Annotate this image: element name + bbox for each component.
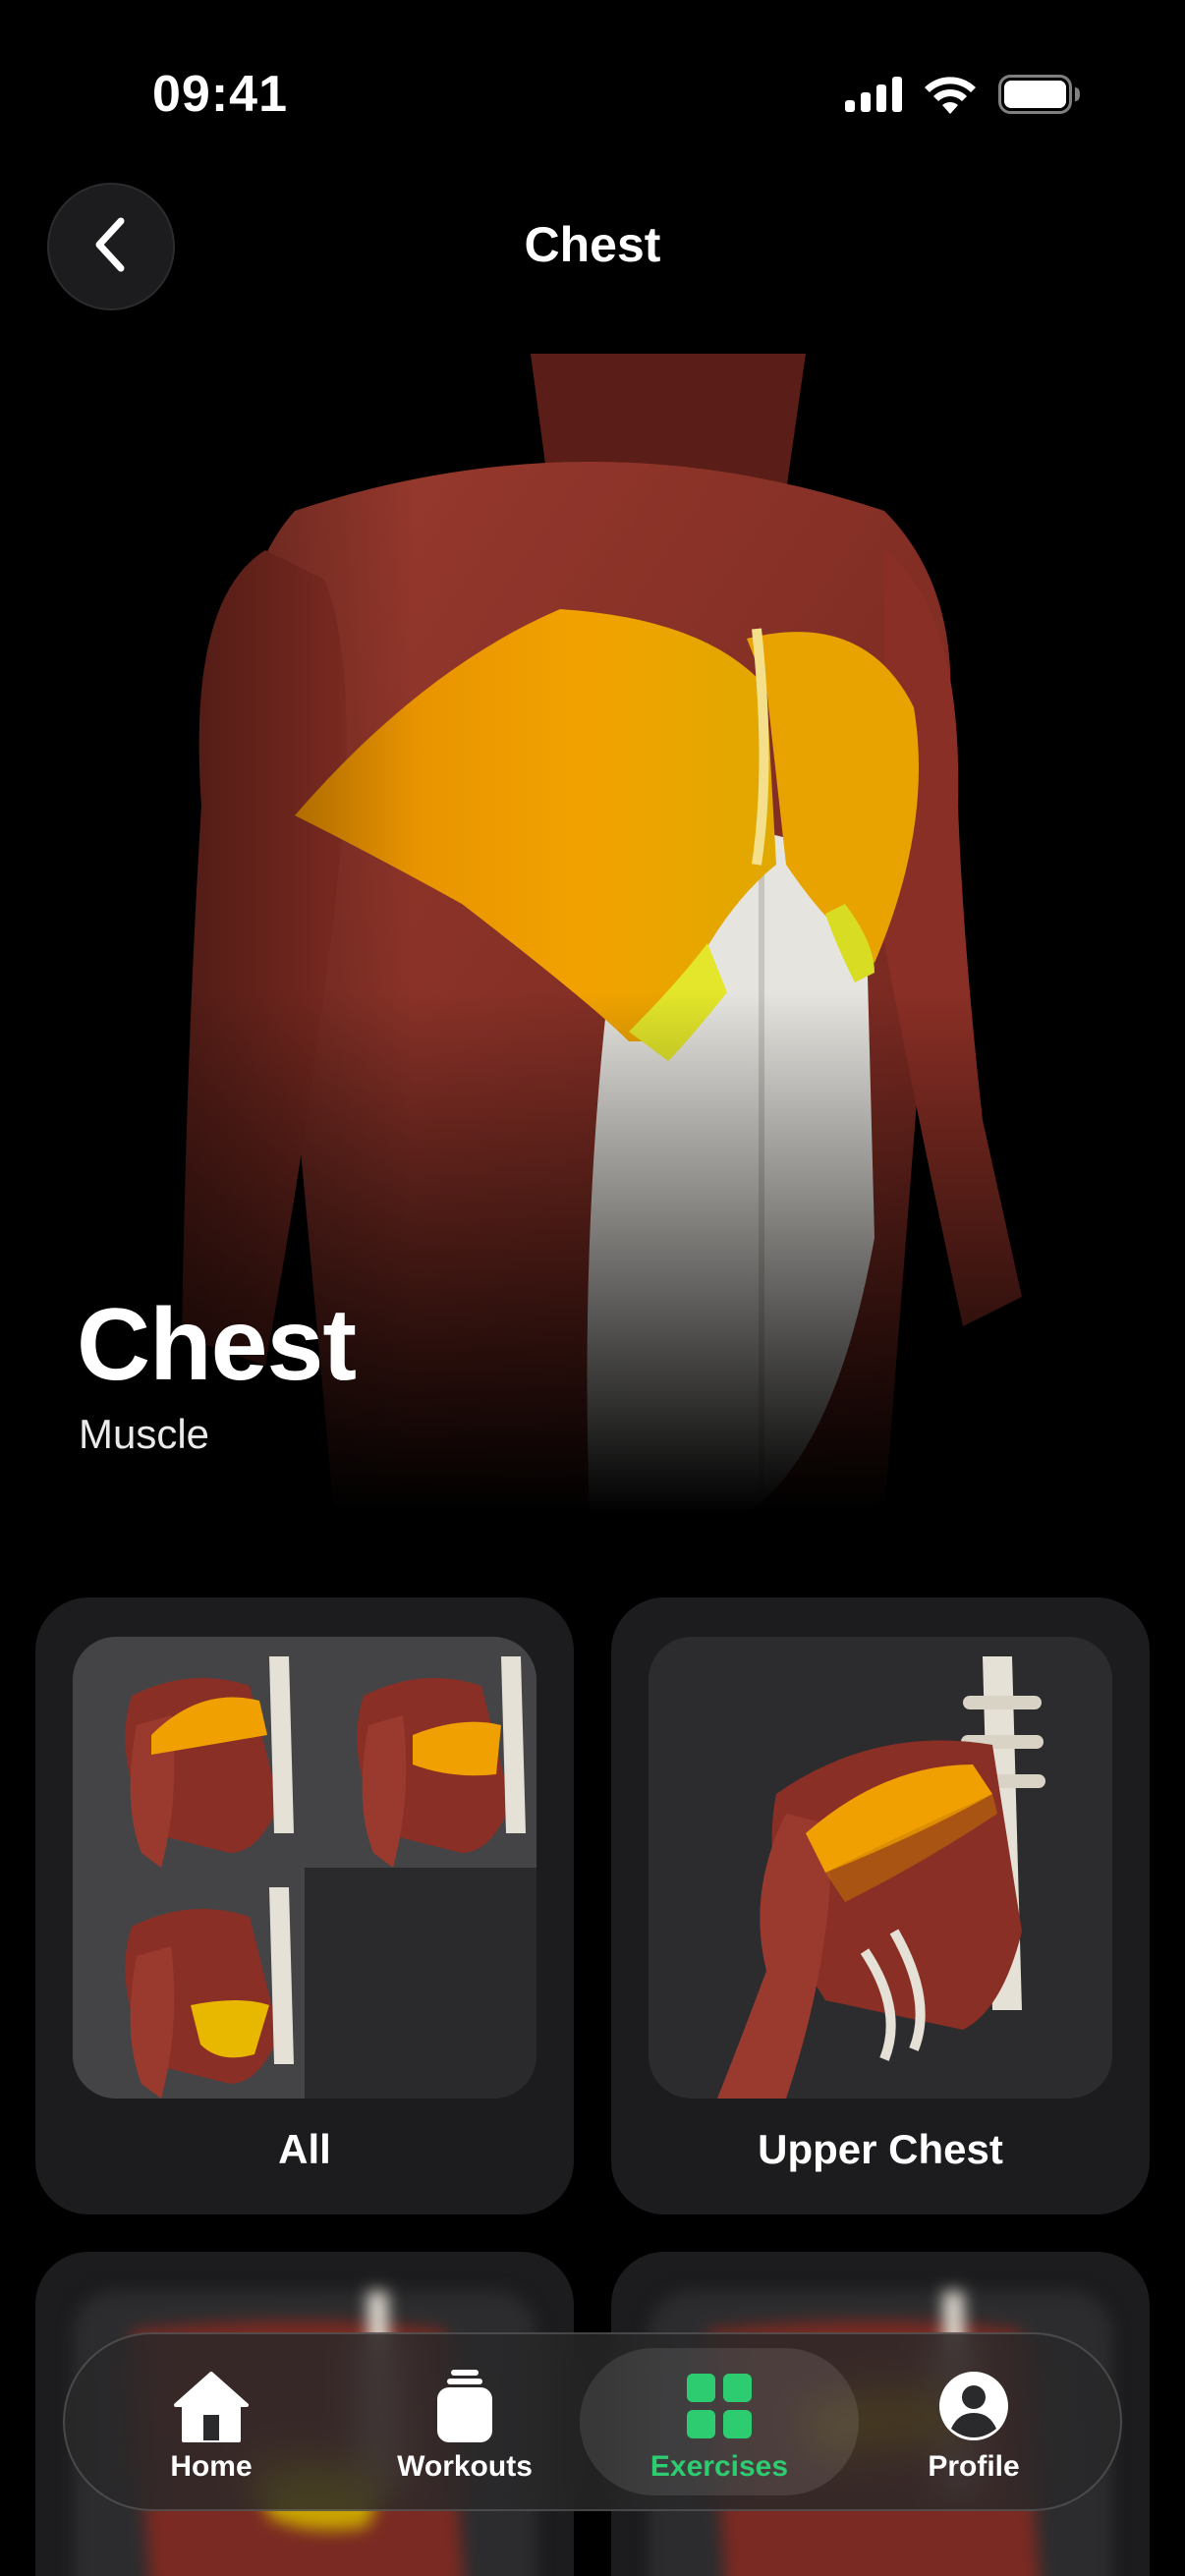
category-label-all: All — [278, 2126, 331, 2172]
tab-profile[interactable]: Profile — [851, 2348, 1097, 2495]
category-card-all[interactable]: All — [35, 1597, 574, 2214]
muscle-subtitle: Muscle — [79, 1411, 210, 1457]
tab-label-workouts: Workouts — [397, 2450, 533, 2483]
tab-bar: Home Workouts Exercises Profile — [63, 2332, 1122, 2511]
status-time: 09:41 — [152, 66, 288, 123]
muscle-title: Chest — [77, 1288, 357, 1402]
tab-workouts[interactable]: Workouts — [342, 2348, 588, 2495]
category-image-upper-chest — [649, 1637, 1112, 2099]
page-title: Chest — [524, 217, 661, 272]
profile-icon — [938, 2370, 1009, 2442]
exercises-grid-icon — [687, 2370, 752, 2442]
home-icon — [172, 2370, 251, 2442]
category-card-upper-chest[interactable]: Upper Chest — [611, 1597, 1150, 2214]
tab-label-profile: Profile — [928, 2450, 1020, 2483]
status-bar: 09:41 — [0, 0, 1185, 187]
tab-home[interactable]: Home — [88, 2348, 334, 2495]
workouts-icon — [433, 2370, 496, 2442]
category-image-all — [73, 1637, 536, 2099]
tab-exercises[interactable]: Exercises — [580, 2348, 859, 2495]
battery-icon — [998, 75, 1081, 119]
category-label-upper-chest: Upper Chest — [758, 2126, 1003, 2172]
signal-icon — [845, 77, 902, 117]
status-icons — [845, 75, 1081, 119]
tab-label-home: Home — [170, 2450, 253, 2483]
tab-label-exercises: Exercises — [649, 2450, 789, 2483]
wifi-icon — [924, 75, 977, 119]
